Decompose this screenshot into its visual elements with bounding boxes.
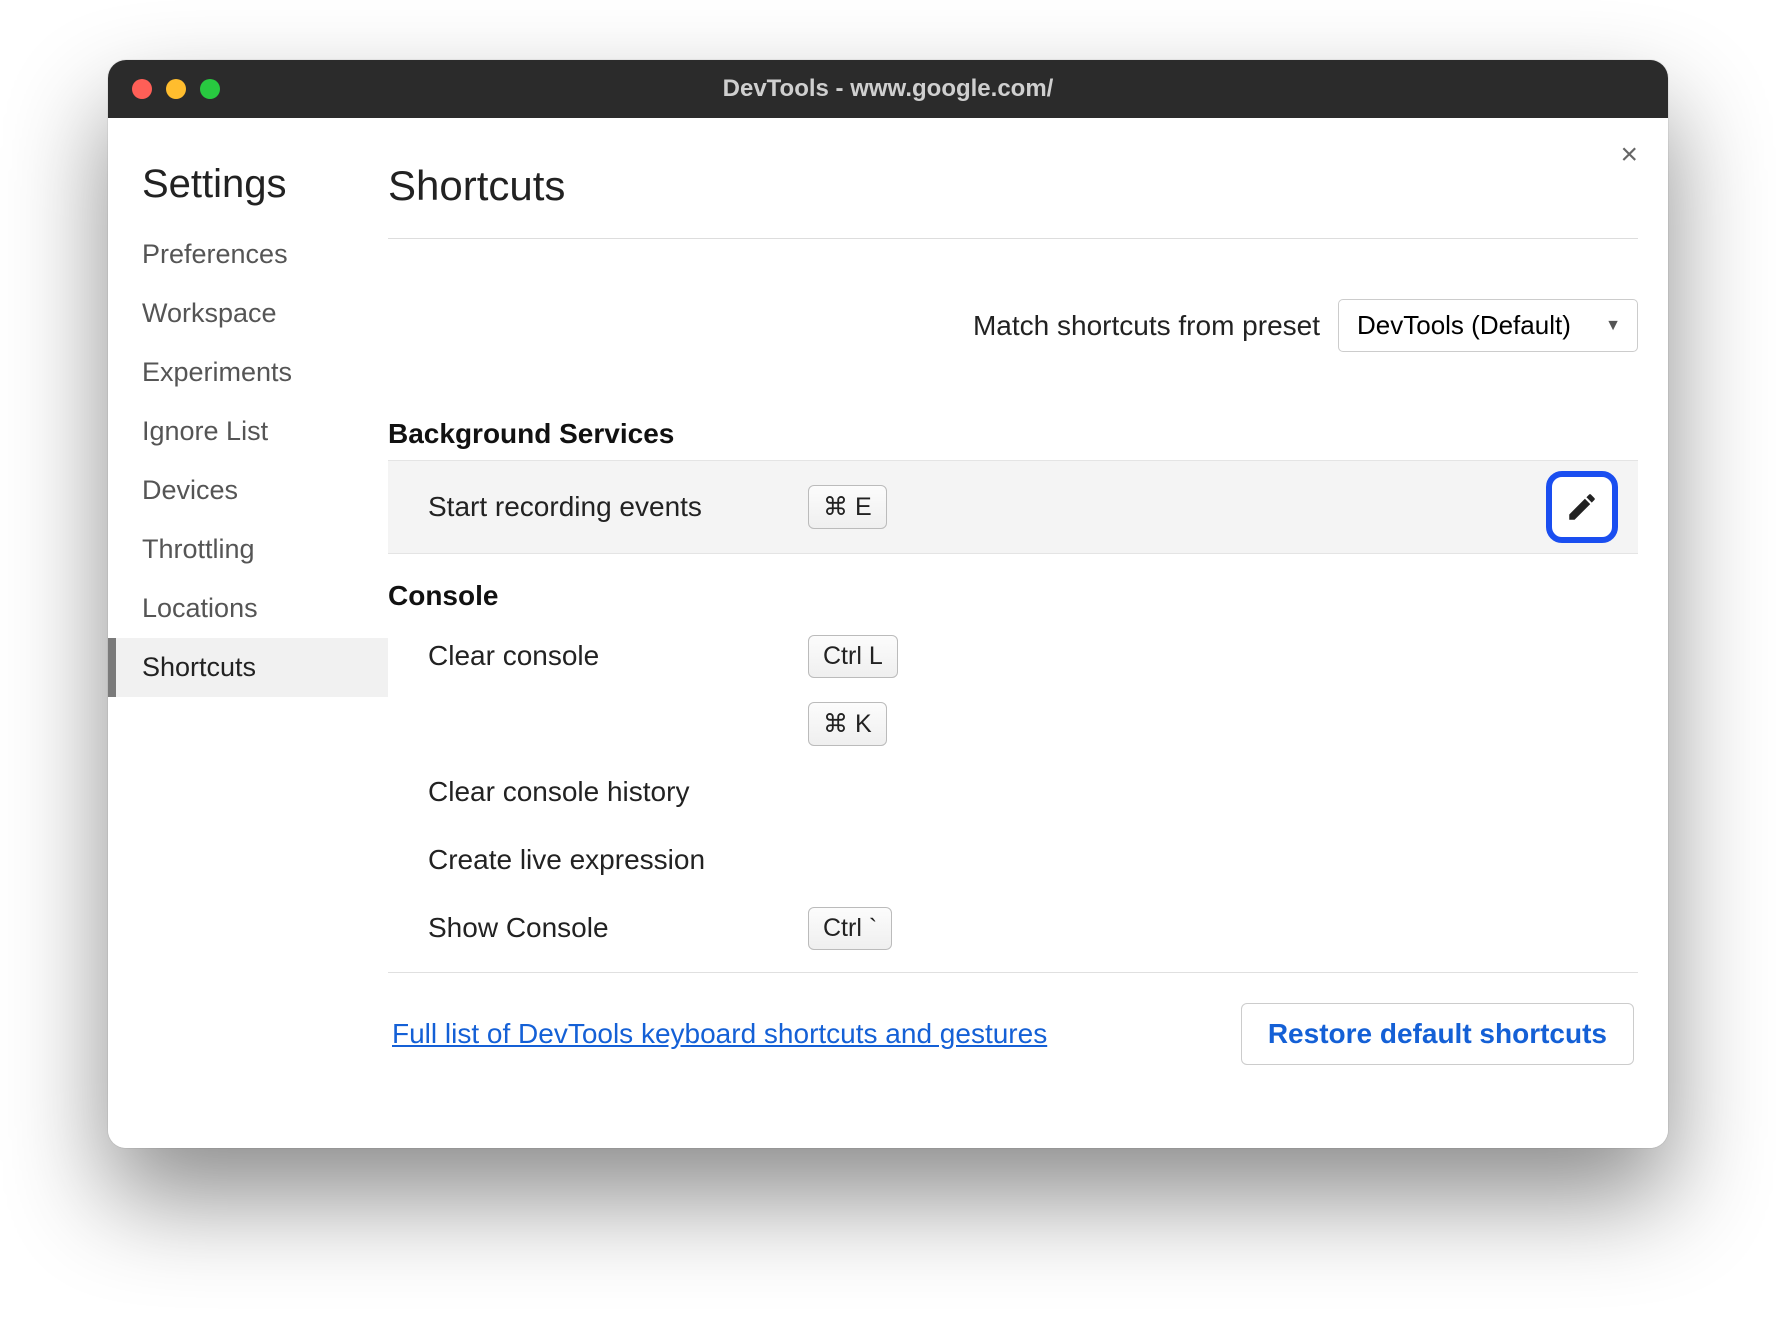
preset-select[interactable]: DevTools (Default) ▼	[1338, 299, 1638, 352]
minimize-window-button[interactable]	[166, 79, 186, 99]
sidebar-item-preferences[interactable]: Preferences	[108, 225, 388, 284]
window-title: DevTools - www.google.com/	[108, 75, 1668, 103]
shortcut-key-cell: ⌘ K	[808, 702, 1528, 746]
shortcut-key-cell: ⌘ E	[808, 485, 1528, 529]
shortcut-label: Clear console	[428, 640, 808, 672]
shortcut-label: Start recording events	[428, 491, 808, 523]
titlebar: DevTools - www.google.com/	[108, 60, 1668, 118]
shortcut-row: Create live expression	[388, 826, 1638, 894]
shortcut-actions	[1528, 471, 1618, 543]
preset-row: Match shortcuts from preset DevTools (De…	[388, 239, 1638, 392]
sidebar-item-locations[interactable]: Locations	[108, 579, 388, 638]
preset-value: DevTools (Default)	[1357, 310, 1571, 341]
main-panel: Shortcuts Match shortcuts from preset De…	[388, 118, 1668, 1148]
sidebar-heading: Settings	[108, 162, 388, 225]
full-list-link[interactable]: Full list of DevTools keyboard shortcuts…	[392, 1018, 1047, 1050]
shortcut-row: Clear consoleCtrl L	[388, 622, 1638, 690]
shortcut-key-cell: Ctrl L	[808, 635, 1528, 678]
shortcut-row: ⌘ K	[388, 690, 1638, 758]
sidebar-item-workspace[interactable]: Workspace	[108, 284, 388, 343]
pencil-icon	[1565, 490, 1599, 524]
shortcut-label: Show Console	[428, 912, 808, 944]
window-controls	[108, 79, 220, 99]
maximize-window-button[interactable]	[200, 79, 220, 99]
window-body: × Settings PreferencesWorkspaceExperimen…	[108, 118, 1668, 1148]
restore-default-button[interactable]: Restore default shortcuts	[1241, 1003, 1634, 1065]
shortcut-label: Create live expression	[428, 844, 808, 876]
sidebar-item-devices[interactable]: Devices	[108, 461, 388, 520]
sidebar-item-throttling[interactable]: Throttling	[108, 520, 388, 579]
section-title: Console	[388, 554, 1638, 622]
shortcut-key: Ctrl L	[808, 635, 898, 678]
sidebar-item-experiments[interactable]: Experiments	[108, 343, 388, 402]
shortcut-row: Clear console history	[388, 758, 1638, 826]
sidebar-item-ignore-list[interactable]: Ignore List	[108, 402, 388, 461]
footer: Full list of DevTools keyboard shortcuts…	[388, 973, 1638, 1075]
chevron-down-icon: ▼	[1605, 317, 1621, 335]
sidebar-item-shortcuts[interactable]: Shortcuts	[108, 638, 388, 697]
section-title: Background Services	[388, 392, 1638, 460]
shortcut-key: Ctrl `	[808, 907, 892, 950]
shortcut-row: Start recording events⌘ E	[388, 460, 1638, 554]
shortcut-key: ⌘ E	[808, 485, 887, 529]
settings-sidebar: Settings PreferencesWorkspaceExperiments…	[108, 118, 388, 1148]
shortcut-row: Show ConsoleCtrl `	[388, 894, 1638, 962]
close-window-button[interactable]	[132, 79, 152, 99]
app-window: DevTools - www.google.com/ × Settings Pr…	[108, 60, 1668, 1148]
shortcut-label: Clear console history	[428, 776, 808, 808]
preset-label: Match shortcuts from preset	[973, 310, 1320, 342]
page-title: Shortcuts	[388, 162, 1638, 238]
close-icon[interactable]: ×	[1620, 140, 1638, 170]
shortcut-key: ⌘ K	[808, 702, 887, 746]
shortcut-key-cell: Ctrl `	[808, 907, 1528, 950]
edit-shortcut-button[interactable]	[1546, 471, 1618, 543]
